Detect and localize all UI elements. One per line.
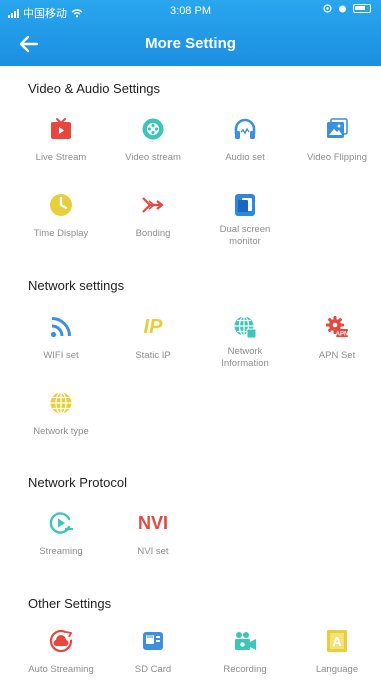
network-information-item[interactable]: Network Information — [199, 314, 291, 384]
bonding-label: Bonding — [135, 228, 171, 239]
ip-text-icon: IP — [143, 315, 163, 338]
language-label: Language — [315, 664, 359, 675]
time-display-item[interactable]: Time Display — [15, 192, 107, 262]
dual-screen-icon — [232, 192, 258, 218]
status-right — [323, 4, 371, 13]
video-stream-item[interactable]: Video stream — [107, 116, 199, 186]
bonding-item[interactable]: Bonding — [107, 192, 199, 262]
audio-set-item[interactable]: Audio set — [199, 116, 291, 186]
dual-screen-monitor-label: Dual screen monitor — [219, 224, 271, 247]
section-title-other-settings: Other Settings — [28, 596, 112, 611]
time-display-label: Time Display — [33, 228, 89, 239]
top-bar: 中国移动 3:08 PM More Setting — [0, 0, 381, 66]
video-stream-label: Video stream — [125, 152, 181, 163]
globe-icon — [48, 390, 74, 416]
sd-card-icon — [140, 628, 166, 654]
svg-text:APN: APN — [336, 332, 349, 338]
image-flip-icon — [324, 116, 350, 142]
navigation-bar: More Setting — [0, 22, 381, 66]
tv-icon — [48, 116, 74, 142]
section-title-network-protocol: Network Protocol — [28, 475, 127, 490]
bonding-arrows-icon — [140, 192, 166, 218]
static-ip-label: Static IP — [135, 350, 171, 361]
network-information-label: Network Information — [221, 346, 269, 369]
sd-card-item[interactable]: SD Card — [107, 628, 199, 689]
live-stream-item[interactable]: Live Stream — [15, 116, 107, 186]
battery-icon — [353, 4, 371, 13]
auto-streaming-label: Auto Streaming — [28, 664, 94, 675]
wifi-icon — [48, 314, 74, 340]
audio-set-label: Audio set — [225, 152, 265, 163]
apn-set-label: APN Set — [318, 350, 356, 361]
sd-card-label: SD Card — [134, 664, 172, 675]
streaming-item[interactable]: Streaming — [15, 510, 107, 580]
streaming-play-icon — [48, 510, 74, 536]
auto-stream-icon — [48, 628, 74, 654]
apn-set-item[interactable]: APN APN Set — [291, 314, 381, 384]
nvi-text-icon: NVI — [137, 512, 168, 533]
network-type-label: Network type — [33, 426, 89, 437]
live-stream-label: Live Stream — [35, 152, 87, 163]
nvi-set-item[interactable]: NVI NVI set — [107, 510, 199, 580]
page-title: More Setting — [145, 35, 236, 52]
clock-icon — [48, 192, 74, 218]
alarm-icon — [339, 5, 346, 13]
auto-streaming-item[interactable]: Auto Streaming — [15, 628, 107, 689]
location-icon — [323, 4, 332, 13]
video-flipping-item[interactable]: Video Flipping — [291, 116, 381, 186]
language-item[interactable]: A Language — [291, 628, 381, 689]
camera-recording-icon — [232, 628, 258, 654]
globe-grid-icon — [232, 314, 258, 340]
static-ip-item[interactable]: IP Static IP — [107, 314, 199, 384]
film-reel-icon — [140, 116, 166, 142]
recording-label: Recording — [223, 664, 267, 675]
recording-item[interactable]: Recording — [199, 628, 291, 689]
nvi-set-label: NVI set — [137, 546, 169, 557]
language-icon-glyph: A — [332, 634, 342, 649]
apn-gear-icon: APN — [324, 314, 350, 340]
network-type-item[interactable]: Network type — [15, 390, 107, 460]
section-title-video-audio: Video & Audio Settings — [28, 81, 161, 96]
video-flipping-label: Video Flipping — [306, 152, 368, 163]
section-title-network-settings: Network settings — [28, 278, 125, 293]
streaming-label: Streaming — [39, 546, 83, 557]
language-icon: A — [324, 628, 350, 654]
status-bar: 中国移动 3:08 PM — [0, 0, 381, 22]
dual-screen-monitor-item[interactable]: Dual screen monitor — [199, 192, 291, 262]
wifi-set-item[interactable]: WIFI set — [15, 314, 107, 384]
wifi-set-label: WIFI set — [43, 350, 79, 361]
headphones-icon — [232, 116, 258, 142]
